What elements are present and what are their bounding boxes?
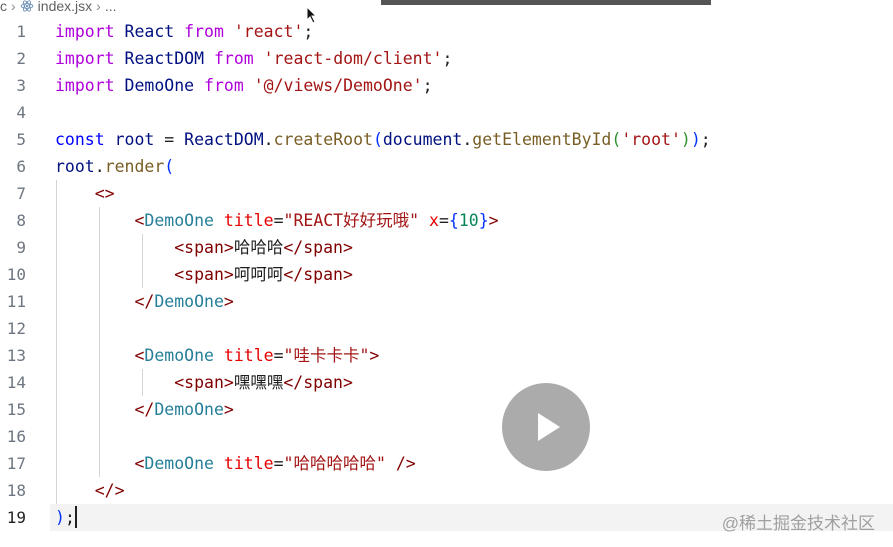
breadcrumb-more[interactable]: ... bbox=[105, 0, 117, 13]
code-editor[interactable]: 1 import React from 'react'; 2 import Re… bbox=[0, 18, 893, 540]
line-number: 19 bbox=[6, 508, 26, 527]
code-line: 12 bbox=[0, 315, 893, 342]
code-text[interactable]: <span>哈哈哈</span> bbox=[55, 234, 353, 261]
line-number: 7 bbox=[16, 184, 26, 203]
code-text[interactable]: const root = ReactDOM.createRoot(documen… bbox=[55, 126, 711, 153]
line-number: 11 bbox=[6, 292, 26, 311]
line-number: 14 bbox=[6, 373, 26, 392]
line-number: 9 bbox=[16, 238, 26, 257]
code-text[interactable]: <DemoOne title="REACT好好玩哦" x={10}> bbox=[55, 207, 498, 234]
line-number: 17 bbox=[6, 454, 26, 473]
line-number: 3 bbox=[16, 76, 26, 95]
code-text[interactable]: <span>呵呵呵</span> bbox=[55, 261, 353, 288]
code-line: 2 import ReactDOM from 'react-dom/client… bbox=[0, 45, 893, 72]
line-number: 4 bbox=[16, 103, 26, 122]
line-number: 10 bbox=[6, 265, 26, 284]
line-number: 1 bbox=[16, 22, 26, 41]
play-icon bbox=[538, 413, 560, 441]
breadcrumb-prefix[interactable]: c bbox=[0, 0, 7, 13]
line-number: 18 bbox=[6, 481, 26, 500]
breadcrumb-file[interactable]: index.jsx bbox=[38, 0, 92, 13]
code-text[interactable]: </DemoOne> bbox=[55, 396, 233, 423]
code-line: 3 import DemoOne from '@/views/DemoOne'; bbox=[0, 72, 893, 99]
react-file-icon bbox=[20, 0, 33, 12]
code-line: 15 </DemoOne> bbox=[0, 396, 893, 423]
code-line: 1 import React from 'react'; bbox=[0, 18, 893, 45]
watermark: @稀土掘金技术社区 bbox=[721, 514, 875, 533]
code-text[interactable]: import React from 'react'; bbox=[55, 18, 313, 45]
code-text[interactable]: <> bbox=[55, 180, 115, 207]
code-text[interactable]: <span>嘿嘿嘿</span> bbox=[55, 369, 353, 396]
line-number: 15 bbox=[6, 400, 26, 419]
line-number: 2 bbox=[16, 49, 26, 68]
code-text[interactable]: </DemoOne> bbox=[55, 288, 233, 315]
line-number: 5 bbox=[16, 130, 26, 149]
code-line: 18 </> bbox=[0, 477, 893, 504]
line-number: 13 bbox=[6, 346, 26, 365]
code-line: 8 <DemoOne title="REACT好好玩哦" x={10}> bbox=[0, 207, 893, 234]
code-line: 10 <span>呵呵呵</span> bbox=[0, 261, 893, 288]
code-line: 5 const root = ReactDOM.createRoot(docum… bbox=[0, 126, 893, 153]
line-number: 16 bbox=[6, 427, 26, 446]
code-text[interactable]: </> bbox=[55, 477, 125, 504]
code-text[interactable]: import DemoOne from '@/views/DemoOne'; bbox=[55, 72, 433, 99]
scroll-indicator bbox=[381, 0, 711, 5]
code-text[interactable]: ); bbox=[55, 504, 77, 531]
chevron-right-icon: › bbox=[11, 0, 16, 14]
line-number: 8 bbox=[16, 211, 26, 230]
code-line: 9 <span>哈哈哈</span> bbox=[0, 234, 893, 261]
code-line: 7 <> bbox=[0, 180, 893, 207]
code-line: 11 </DemoOne> bbox=[0, 288, 893, 315]
line-number: 12 bbox=[6, 319, 26, 338]
code-line: 4 bbox=[0, 99, 893, 126]
code-line: 6 root.render( bbox=[0, 153, 893, 180]
play-button[interactable] bbox=[502, 383, 590, 471]
code-text[interactable]: <DemoOne title="哈哈哈哈哈" /> bbox=[55, 450, 415, 477]
text-caret bbox=[74, 506, 77, 528]
code-line: 13 <DemoOne title="哇卡卡卡"> bbox=[0, 342, 893, 369]
code-text[interactable]: import ReactDOM from 'react-dom/client'; bbox=[55, 45, 452, 72]
chevron-right-icon: › bbox=[96, 0, 101, 14]
code-text[interactable]: <DemoOne title="哇卡卡卡"> bbox=[55, 342, 379, 369]
code-line: 14 <span>嘿嘿嘿</span> bbox=[0, 369, 893, 396]
code-text[interactable]: root.render( bbox=[55, 153, 174, 180]
line-number: 6 bbox=[16, 157, 26, 176]
code-line: 17 <DemoOne title="哈哈哈哈哈" /> bbox=[0, 450, 893, 477]
code-line: 16 bbox=[0, 423, 893, 450]
